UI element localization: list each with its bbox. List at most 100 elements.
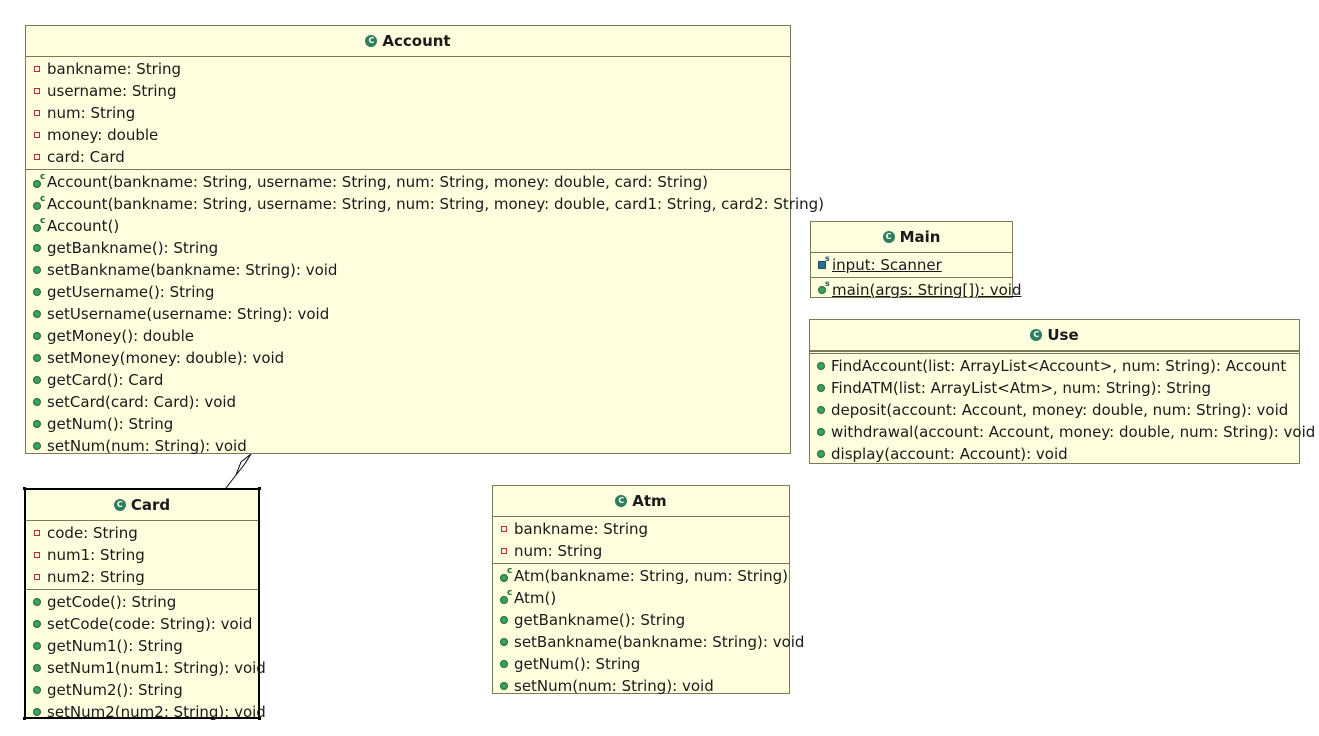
method-row[interactable]: FindATM(list: ArrayList<Atm>, num: Strin…	[810, 377, 1299, 399]
class-account-header: C Account	[26, 26, 790, 57]
public-method-icon	[33, 266, 41, 274]
method-row[interactable]: withdrawal(account: Account, money: doub…	[810, 421, 1315, 443]
method-row[interactable]: setNum2(num2: String): void	[26, 701, 266, 723]
method-row[interactable]: getUsername(): String	[26, 281, 790, 303]
method-row[interactable]: deposit(account: Account, money: double,…	[810, 399, 1299, 421]
selection-handle[interactable]	[23, 717, 26, 720]
attribute-text: num: String	[514, 542, 603, 560]
constructor-text: Atm(bankname: String, num: String)	[514, 567, 788, 585]
method-text: setCode(code: String): void	[47, 615, 253, 633]
class-atm-header: C Atm	[493, 486, 789, 517]
class-atm[interactable]: C Atm bankname: String num: String Atm(ba…	[492, 485, 804, 695]
method-row[interactable]: getMoney(): double	[26, 325, 790, 347]
attribute-row[interactable]: bankname: String	[493, 518, 789, 540]
method-row[interactable]: setNum(num: String): void	[26, 435, 790, 457]
aggregation-line	[225, 474, 237, 489]
attribute-row[interactable]: num: String	[493, 540, 789, 562]
method-text: main(args: String[]): void	[832, 281, 1022, 299]
method-row[interactable]: getCode(): String	[26, 591, 258, 613]
class-card-header: C Card	[26, 490, 258, 521]
private-field-icon	[34, 88, 40, 94]
method-row[interactable]: getNum(): String	[26, 413, 790, 435]
public-method-icon	[33, 288, 41, 296]
attribute-row[interactable]: money: double	[26, 124, 790, 146]
method-row[interactable]: setCard(card: Card): void	[26, 391, 790, 413]
method-text: setCard(card: Card): void	[47, 393, 237, 411]
method-row[interactable]: display(account: Account): void	[810, 443, 1299, 465]
method-row[interactable]: setMoney(money: double): void	[26, 347, 790, 369]
class-c-icon: C	[365, 34, 378, 47]
attribute-text: code: String	[47, 524, 138, 542]
class-c-icon: C	[113, 498, 126, 511]
method-row[interactable]: getBankname(): String	[26, 237, 790, 259]
constructor-icon	[33, 172, 45, 188]
attribute-text: bankname: String	[47, 60, 182, 78]
method-row[interactable]: setUsername(username: String): void	[26, 303, 790, 325]
method-row[interactable]: getNum1(): String	[26, 635, 258, 657]
operations-section: Account(bankname: String, username: Stri…	[26, 169, 824, 458]
class-main-name: Main	[899, 228, 941, 246]
attribute-row[interactable]: num: String	[26, 102, 790, 124]
constructor-row[interactable]: Atm()	[493, 587, 789, 609]
operations-section: Atm(bankname: String, num: String) Atm()…	[493, 563, 804, 698]
constructor-icon	[500, 588, 512, 604]
method-row[interactable]: setBankname(bankname: String): void	[26, 259, 790, 281]
method-text: getCard(): Card	[47, 371, 164, 389]
method-row[interactable]: getBankname(): String	[493, 609, 789, 631]
selection-handle[interactable]	[23, 487, 26, 490]
public-method-icon	[33, 332, 41, 340]
public-method-icon	[33, 708, 41, 716]
method-row[interactable]: setNum(num: String): void	[493, 675, 789, 697]
method-row[interactable]: FindAccount(list: ArrayList<Account>, nu…	[810, 355, 1299, 377]
method-text: getBankname(): String	[514, 611, 686, 629]
method-text: setBankname(bankname: String): void	[514, 633, 805, 651]
method-text: FindATM(list: ArrayList<Atm>, num: Strin…	[831, 379, 1212, 397]
class-use-header: C Use	[810, 320, 1299, 351]
attribute-row[interactable]: num2: String	[26, 566, 258, 588]
method-row[interactable]: setBankname(bankname: String): void	[493, 631, 804, 653]
method-row[interactable]: getNum(): String	[493, 653, 789, 675]
attribute-row[interactable]: input: Scanner	[811, 254, 1012, 276]
static-field-icon	[818, 254, 830, 269]
public-method-icon	[33, 620, 41, 628]
method-text: withdrawal(account: Account, money: doub…	[831, 423, 1316, 441]
class-use[interactable]: C Use FindAccount(list: ArrayList<Account…	[809, 319, 1315, 466]
operations-section: getCode(): String setCode(code: String):…	[26, 589, 266, 724]
method-row[interactable]: setCode(code: String): void	[26, 613, 258, 635]
constructor-row[interactable]: Account(bankname: String, username: Stri…	[26, 171, 790, 193]
method-row[interactable]: setNum1(num1: String): void	[26, 657, 266, 679]
operations-section: FindAccount(list: ArrayList<Account>, nu…	[810, 351, 1315, 466]
attribute-row[interactable]: num1: String	[26, 544, 258, 566]
attribute-text: input: Scanner	[832, 256, 942, 274]
class-use-name: Use	[1047, 326, 1079, 344]
public-method-icon	[500, 660, 508, 668]
constructor-icon	[33, 194, 45, 210]
method-text: setNum2(num2: String): void	[47, 703, 266, 721]
attribute-row[interactable]: card: Card	[26, 146, 790, 168]
class-card-name: Card	[130, 496, 171, 514]
method-row[interactable]: main(args: String[]): void	[811, 279, 1021, 301]
method-text: setNum1(num1: String): void	[47, 659, 266, 677]
private-field-icon	[34, 574, 40, 580]
method-row[interactable]: getNum2(): String	[26, 679, 258, 701]
constructor-row[interactable]: Account(bankname: String, username: Stri…	[26, 193, 824, 215]
attribute-row[interactable]: bankname: String	[26, 58, 790, 80]
class-account[interactable]: C Account bankname: String username: Stri…	[25, 25, 824, 455]
class-main[interactable]: C Main input: Scanner main(args: String[]…	[810, 221, 1021, 301]
method-text: getBankname(): String	[47, 239, 219, 257]
class-account-name: Account	[382, 32, 451, 50]
attribute-row[interactable]: username: String	[26, 80, 790, 102]
constructor-row[interactable]: Account()	[26, 215, 790, 237]
method-row[interactable]: getCard(): Card	[26, 369, 790, 391]
attributes-section: code: String num1: String num2: String	[26, 521, 258, 589]
method-text: setBankname(bankname: String): void	[47, 261, 338, 279]
selection-handle[interactable]	[258, 487, 261, 490]
public-method-icon	[33, 664, 41, 672]
public-method-icon	[817, 362, 825, 370]
constructor-row[interactable]: Atm(bankname: String, num: String)	[493, 565, 789, 587]
selection-handle[interactable]	[258, 717, 261, 720]
class-card[interactable]: C Card code: String num1: String num2: St…	[24, 488, 266, 721]
attribute-row[interactable]: code: String	[26, 522, 258, 544]
public-method-icon	[500, 638, 508, 646]
class-atm-name: Atm	[632, 492, 667, 510]
